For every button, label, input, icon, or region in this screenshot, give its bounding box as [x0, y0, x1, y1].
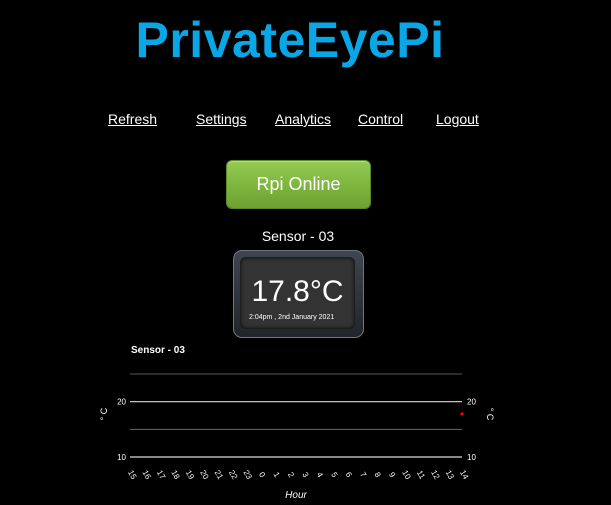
- x-tick-label: 2: [286, 471, 296, 480]
- y-axis-label-right: ° C: [485, 408, 495, 421]
- x-tick-label: 15: [126, 469, 139, 482]
- x-tick-label: 13: [444, 469, 457, 482]
- chart-marks: [460, 412, 464, 416]
- x-tick-label: 1: [272, 471, 282, 480]
- rpi-status-button[interactable]: Rpi Online: [227, 161, 370, 208]
- x-tick-label: 0: [257, 471, 267, 480]
- x-tick-label: 8: [373, 471, 383, 480]
- y-tick-label-left: 10: [117, 453, 126, 462]
- x-tick-label: 20: [198, 469, 211, 482]
- nav-logout-link[interactable]: Logout: [436, 111, 479, 127]
- x-tick-label: 14: [458, 469, 471, 482]
- x-tick-label: 19: [184, 469, 197, 482]
- x-tick-label: 9: [387, 471, 397, 480]
- data-point: [460, 412, 464, 416]
- x-tick-label: 7: [358, 471, 368, 480]
- x-tick-label: 23: [242, 469, 255, 482]
- x-tick-label: 17: [155, 469, 168, 482]
- nav-settings-link[interactable]: Settings: [196, 111, 247, 127]
- y-tick-label-left: 20: [117, 398, 126, 407]
- x-tick-label: 18: [169, 469, 182, 482]
- y-axis-label-left: ° C: [99, 407, 109, 420]
- y-tick-label-right: 20: [467, 398, 476, 407]
- x-tick-label: 3: [300, 471, 310, 480]
- x-tick-label: 4: [315, 471, 325, 480]
- x-tick-label: 21: [213, 469, 226, 482]
- x-tick-label: 11: [415, 469, 427, 481]
- temperature-timestamp: 2:04pm , 2nd January 2021: [249, 314, 335, 321]
- nav-control-link[interactable]: Control: [358, 111, 403, 127]
- chart-ticks: 10 1020 2015 16 17 18 19 20 21 22 23 0 1 2 3 4 5 6 7 8 9 10 11…: [117, 398, 476, 482]
- x-axis-label: Hour: [285, 490, 307, 501]
- x-tick-label: 12: [429, 469, 442, 482]
- temperature-value: 17.8°C: [251, 275, 344, 308]
- x-tick-label: 22: [227, 469, 240, 482]
- nav-analytics-link[interactable]: Analytics: [275, 111, 331, 127]
- sensor-title: Sensor - 03: [261, 228, 335, 244]
- chart-title: Sensor - 03: [131, 345, 185, 356]
- x-tick-label: 5: [329, 471, 339, 480]
- chart-grid: [130, 373, 462, 458]
- x-tick-label: 6: [344, 471, 354, 480]
- x-tick-label: 16: [140, 469, 153, 482]
- y-tick-label-right: 10: [467, 453, 476, 462]
- temperature-panel: 17.8°C 2:04pm , 2nd January 2021: [240, 257, 355, 329]
- x-tick-label: 10: [400, 469, 413, 482]
- nav-refresh-link[interactable]: Refresh: [108, 111, 157, 127]
- app-logo: PrivateEyePi: [135, 12, 445, 68]
- temperature-chart: 10 1020 2015 16 17 18 19 20 21 22 23 0 1 2 3 4 5 6 7 8 9 10 11…: [99, 373, 495, 501]
- temperature-display: 17.8°C 2:04pm , 2nd January 2021: [233, 250, 364, 338]
